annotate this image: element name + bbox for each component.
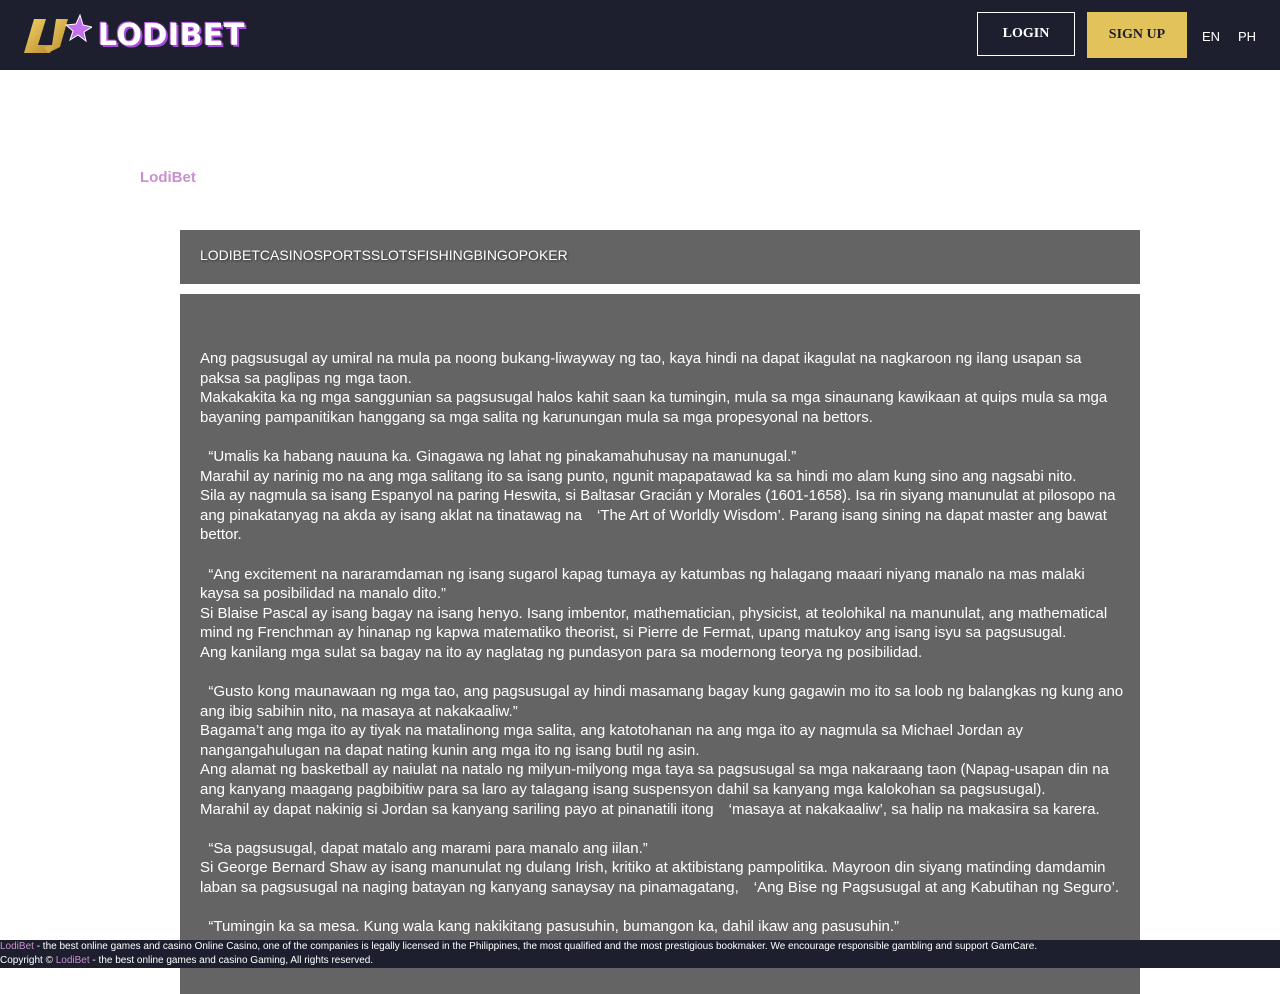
footer-brand-link[interactable]: LodiBet (0, 941, 34, 952)
login-button[interactable]: LOGIN (977, 12, 1075, 56)
language-ph-link[interactable]: PH (1238, 29, 1256, 44)
nav-item-bingo[interactable]: BINGO (474, 247, 519, 263)
article-quote: “Ang excitement na nararamdaman ng isang… (200, 565, 1089, 603)
logo-text: LODIBET (98, 17, 245, 53)
category-nav: LODIBET CASINO SPORTS SLOTS FISHING BING… (180, 230, 1140, 284)
top-navigation-bar: LODIBET LOGIN SIGN UP EN PH (0, 0, 1280, 70)
footer-brand-link-2[interactable]: LodiBet (56, 955, 90, 966)
article-quote: “Umalis ka habang nauuna ka. Ginagawa ng… (200, 447, 797, 465)
article-paragraph: Ang kanilang mga sulat sa bagay na ito a… (200, 643, 923, 661)
logo-emblem-icon (24, 13, 92, 53)
footer-rights: - the best online games and casino Gamin… (89, 955, 374, 966)
article-quote: “Tumingin ka sa mesa. Kung wala kang nak… (200, 918, 900, 936)
nav-item-sports[interactable]: SPORTS (314, 247, 371, 263)
footer-description: - the best online games and casino Onlin… (33, 941, 1038, 952)
site-title-link[interactable]: LodiBet (140, 169, 196, 186)
language-en-link[interactable]: EN (1202, 29, 1220, 44)
article-paragraph: Marahil ay narinig mo na ang mga salitan… (200, 467, 1077, 485)
article-paragraph: Ang alamat ng basketball ay naiulat na n… (200, 761, 1109, 799)
site-logo[interactable]: LODIBET (20, 12, 245, 58)
nav-item-poker[interactable]: POKER (519, 247, 568, 263)
nav-item-lodibet[interactable]: LODIBET (200, 247, 260, 263)
page-footer: LodiBet - the best online games and casi… (0, 940, 1280, 968)
footer-line-2: Copyright © LodiBet - the best online ga… (0, 954, 1280, 968)
article-paragraph: Ang pagsusugal ay umiral na mula pa noon… (200, 350, 1082, 387)
article-body: Ang pagsusugal ay umiral na mula pa noon… (200, 349, 1125, 937)
article-paragraph: Si Blaise Pascal ay isang bagay na isang… (200, 604, 1108, 642)
article-paragraph: Marahil ay dapat nakinig si Jordan sa ka… (200, 800, 1100, 818)
category-nav-items: LODIBET CASINO SPORTS SLOTS FISHING BING… (200, 247, 568, 263)
article-paragraph: Sila ay nagmula sa isang Espanyol na par… (200, 487, 1116, 544)
signup-button[interactable]: SIGN UP (1087, 12, 1187, 58)
article-panel: Ang pagsusugal ay umiral na mula pa noon… (180, 294, 1140, 994)
nav-item-casino[interactable]: CASINO (260, 247, 314, 263)
article-paragraph: Si George Bernard Shaw ay isang manunula… (200, 859, 1120, 897)
article-quote: “Sa pagsusugal, dapat matalo ang marami … (200, 839, 648, 857)
article-quote: “Gusto kong maunawaan ng mga tao, ang pa… (200, 683, 1128, 720)
article-paragraph: Makakakita ka ng mga sanggunian sa pagsu… (200, 389, 1108, 426)
footer-copyright: Copyright © (0, 955, 56, 966)
nav-item-fishing[interactable]: FISHING (417, 247, 474, 263)
article-paragraph: Bagama’t ang mga ito ay tiyak na matalin… (200, 722, 1024, 759)
nav-item-slots[interactable]: SLOTS (371, 247, 417, 263)
footer-line-1: LodiBet - the best online games and casi… (0, 940, 1280, 954)
